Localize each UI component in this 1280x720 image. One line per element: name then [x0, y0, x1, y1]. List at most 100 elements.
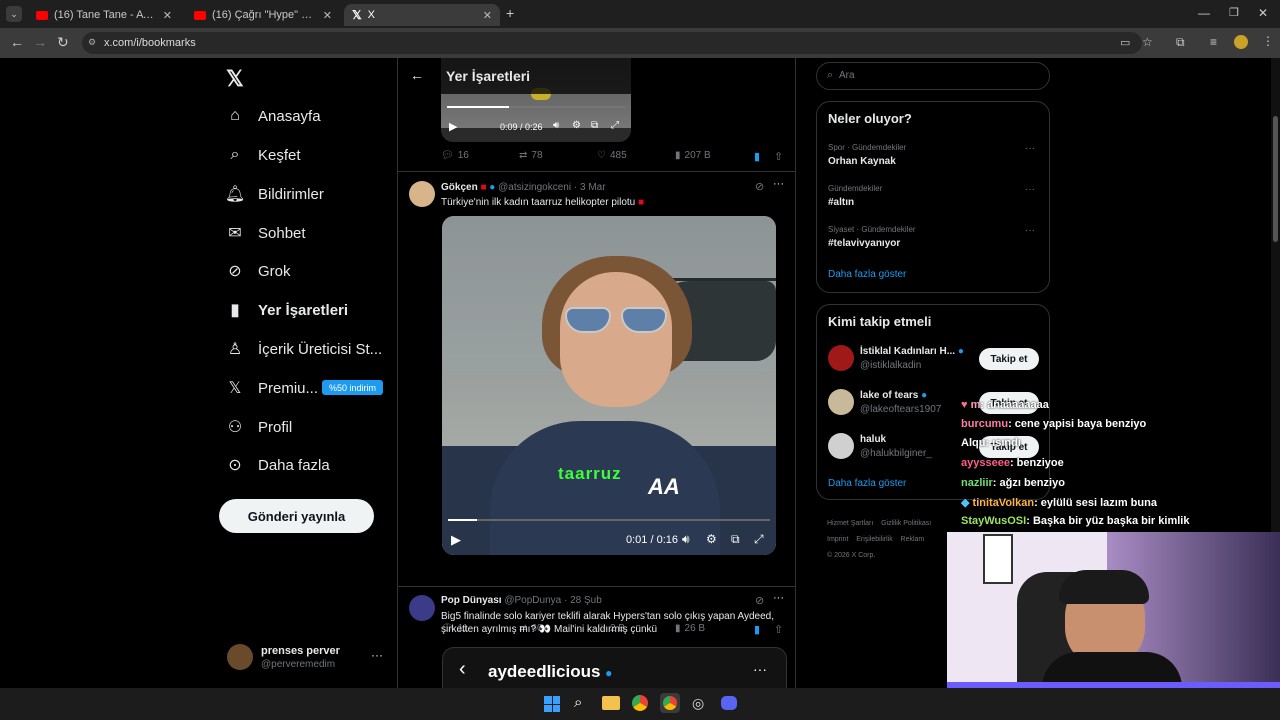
progress-track[interactable]: [448, 519, 770, 521]
tweet-date[interactable]: · 28 Şub: [564, 595, 602, 606]
progress-track[interactable]: [447, 106, 625, 108]
more-icon[interactable]: ···: [1025, 184, 1035, 195]
views-button[interactable]: ▮ 207 B: [675, 150, 711, 161]
embedded-screenshot[interactable]: ‹ aydeedlicious ● ···: [442, 647, 787, 688]
sidebar-item-bookmarks[interactable]: ▮ Yer İşaretleri: [226, 295, 348, 325]
search-input[interactable]: ⌕ Ara: [816, 62, 1050, 90]
back-icon[interactable]: ←: [10, 34, 24, 50]
more-icon[interactable]: ···: [773, 592, 784, 604]
show-more-link[interactable]: Daha fazla göster: [828, 478, 906, 489]
reload-icon[interactable]: ↻: [57, 34, 69, 51]
footer-link[interactable]: Hizmet Şartları: [827, 520, 873, 527]
share-icon[interactable]: ⇧: [774, 150, 783, 163]
back-arrow-icon[interactable]: ←: [410, 67, 424, 83]
windows-start-icon[interactable]: [544, 696, 560, 712]
sidebar-item-premium[interactable]: 𝕏 Premiu...: [226, 373, 318, 403]
volume-icon[interactable]: 🔊︎: [553, 120, 559, 131]
bookmark-filled-icon[interactable]: ▮: [754, 150, 760, 163]
avatar[interactable]: [409, 181, 435, 207]
volume-icon[interactable]: 🔊︎: [682, 532, 690, 547]
browser-menu-icon[interactable]: ⋮: [1262, 34, 1274, 48]
author-name[interactable]: Gökçen: [441, 182, 478, 193]
close-icon[interactable]: ✕: [163, 9, 172, 22]
grok-icon[interactable]: ⊘: [755, 180, 764, 193]
footer-link[interactable]: Gizlilik Politikası: [881, 520, 931, 527]
minimize-icon[interactable]: —: [1198, 6, 1210, 20]
browser-tab-2[interactable]: (16) Çağrı "Hype" Ergün - GİTM ✕: [186, 4, 340, 26]
forward-icon[interactable]: →: [33, 34, 47, 50]
restore-icon[interactable]: ❐: [1229, 6, 1239, 19]
author-handle[interactable]: @PopDunya: [504, 595, 561, 606]
sidebar-item-home[interactable]: ⌂ Anasayfa: [226, 101, 320, 131]
grok-icon[interactable]: ⊘: [755, 594, 764, 607]
close-icon[interactable]: ✕: [483, 9, 492, 22]
repost-button[interactable]: ⇄ 78: [519, 150, 543, 161]
bookmark-star-icon[interactable]: ☆: [1142, 35, 1153, 49]
more-icon: ···: [753, 661, 767, 677]
sidebar-item-grok[interactable]: ⊘ Grok: [226, 256, 290, 286]
profile-avatar-icon[interactable]: [1234, 35, 1248, 49]
tweet[interactable]: Pop Dünyası @PopDunya · 28 Şub ⊘ ··· Big…: [398, 587, 795, 688]
sidebar-item-notifications[interactable]: 🔔︎ Bildirimler: [225, 179, 324, 209]
sidebar-item-messages[interactable]: ✉ Sohbet: [226, 218, 305, 248]
pip-icon[interactable]: ⧉: [591, 120, 598, 131]
video-player[interactable]: taarruz AA ▶ 0:01 / 0:16 🔊︎ ⚙ ⧉ ⤢: [442, 216, 776, 555]
extensions-icon[interactable]: ⧉: [1176, 35, 1185, 50]
sidebar-item-profile[interactable]: ⚇ Profil: [226, 412, 292, 442]
footer-link[interactable]: Imprint: [827, 536, 848, 543]
url-field[interactable]: ⚙ x.com/i/bookmarks: [82, 32, 1142, 54]
sidebar-item-explore[interactable]: ⌕ Keşfet: [226, 140, 301, 170]
fullscreen-icon[interactable]: ⤢: [611, 120, 619, 131]
chrome-icon[interactable]: [632, 695, 648, 711]
tweet-actions-top: 💬︎ 16 ⇄ 78 ♡ 485 ▮ 207 B ▮ ⇧: [441, 150, 786, 166]
footer-link[interactable]: Reklam: [901, 536, 925, 543]
webcam-overlay: [947, 532, 1280, 688]
play-icon[interactable]: ▶: [449, 120, 457, 133]
search-icon[interactable]: ⌕: [574, 694, 582, 711]
sidebar-item-creator-studio[interactable]: ♙ İçerik Üreticisi St...: [226, 334, 382, 364]
author-name[interactable]: Pop Dünyası: [441, 595, 502, 606]
account-switcher[interactable]: prenses perver @perveremedim ···: [219, 640, 389, 676]
x-logo-icon[interactable]: 𝕏: [226, 66, 244, 92]
discord-icon[interactable]: [721, 696, 737, 710]
more-icon[interactable]: ···: [371, 648, 383, 662]
like-button[interactable]: ♡ 485: [597, 150, 627, 161]
more-icon[interactable]: ···: [773, 178, 784, 190]
footer-link[interactable]: Erişilebilirlik: [856, 536, 893, 543]
settings-icon[interactable]: ⚙: [706, 532, 717, 546]
trend-item[interactable]: Spor · Gündemdekiler Orhan Kaynak ···: [817, 140, 1049, 176]
follow-suggestion[interactable]: İstiklal Kadınları H... ● @istiklalkadin…: [817, 343, 1049, 379]
new-tab-button[interactable]: +: [506, 5, 514, 21]
scrollbar-thumb[interactable]: [1273, 116, 1278, 242]
file-explorer-icon[interactable]: [602, 696, 620, 710]
play-icon[interactable]: ▶: [451, 532, 461, 548]
browser-tab-3[interactable]: 𝕏 X ✕: [344, 4, 500, 26]
settings-icon[interactable]: ⚙: [572, 120, 581, 131]
install-app-icon[interactable]: ▭: [1120, 36, 1130, 49]
obs-icon[interactable]: ◎: [692, 695, 704, 712]
trend-item[interactable]: Gündemdekiler #altın ···: [817, 181, 1049, 217]
sidebar-item-more[interactable]: ⊙ Daha fazla: [226, 450, 329, 480]
media-control-icon[interactable]: ≡: [1210, 35, 1217, 49]
reply-button[interactable]: 💬︎ 16: [441, 150, 469, 161]
tweet[interactable]: Gökçen ■ ● @atsizingokceni · 3 Mar ⊘ ···…: [398, 172, 795, 636]
avatar: [227, 644, 253, 670]
tab-search-button[interactable]: ⌄: [6, 6, 22, 22]
browser-tab-1[interactable]: (16) Tane Tane - AYDEED | Music ✕: [28, 4, 180, 26]
pip-icon[interactable]: ⧉: [731, 532, 740, 547]
site-info-icon[interactable]: ⚙: [88, 37, 96, 48]
more-icon[interactable]: ···: [1025, 143, 1035, 154]
follow-button[interactable]: Takip et: [979, 348, 1039, 370]
author-handle[interactable]: @atsizingokceni: [498, 182, 571, 193]
verified-badge-icon: ●: [605, 666, 613, 680]
show-more-link[interactable]: Daha fazla göster: [828, 269, 906, 280]
avatar[interactable]: [409, 595, 435, 621]
post-button[interactable]: Gönderi yayınla: [219, 499, 374, 533]
tweet-date[interactable]: · 3 Mar: [574, 182, 606, 193]
more-icon[interactable]: ···: [1025, 225, 1035, 236]
window-close-icon[interactable]: ✕: [1258, 6, 1268, 20]
close-icon[interactable]: ✕: [323, 9, 332, 22]
trend-item[interactable]: Siyaset · Gündemdekiler #telavivyanıyor …: [817, 222, 1049, 258]
pilot-face: [560, 272, 672, 407]
fullscreen-icon[interactable]: ⤢: [754, 532, 764, 547]
